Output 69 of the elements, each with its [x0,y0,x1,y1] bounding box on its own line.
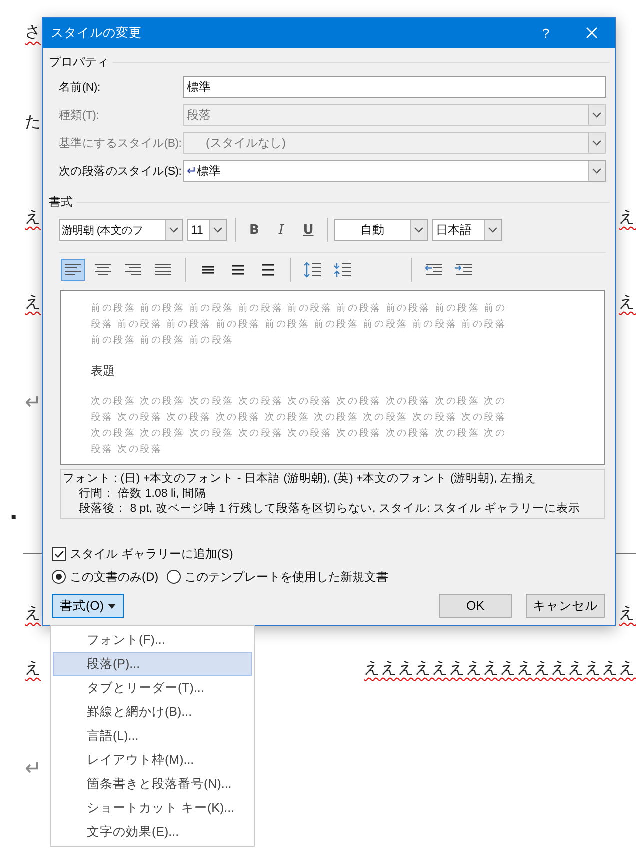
preview-text: 段落 次の段落 次の段落 次の段落 次の段落 次の段落 次の段落 次の段落 次の段落 [91,411,507,425]
ok-button[interactable]: OK [439,594,512,618]
preview-sample-text: 表題 [91,363,115,380]
document-text: え [25,604,41,624]
field-label: 名前(N): [58,80,102,94]
cancel-button[interactable]: キャンセル [526,594,605,618]
preview-text: 次の段落 次の段落 次の段落 次の段落 次の段落 次の段落 次の段落 次の段落 次の [91,395,507,409]
menu-item[interactable]: 言語(L)... [53,724,252,748]
help-button[interactable]: ? [523,18,569,48]
checkbox-label: スタイル ギャラリーに追加(S) [70,546,234,562]
preview-text: 段落 次の段落 [91,443,163,457]
description-text: 段落後： 8 pt, 改ページ時 1 行残して段落を区切らない, スタイル: スタイル ギャラリーに表示 [78,502,582,517]
font-dropdown[interactable]: 游明朝 (本文のフ [59,219,183,241]
menu-item[interactable]: 文字の効果(E)... [53,820,252,844]
document-text: え [619,604,636,624]
chevron-down-icon [592,112,602,118]
document-text: ええええええええええええええええ [364,659,636,679]
preview-text: 段落 前の段落 前の段落 前の段落 前の段落 前の段落 前の段落 前の段落 前の段落 [91,318,507,332]
field-label: 次の段落のスタイル(S): [58,164,183,178]
chevron-down-icon [169,227,179,233]
document-text: ↵ [25,757,42,782]
document-text: え [25,293,41,313]
menu-item[interactable]: レイアウト枠(M)... [53,748,252,772]
font-size-dropdown[interactable]: 11 [187,219,227,241]
preview-text: 次の段落 次の段落 次の段落 次の段落 次の段落 次の段落 次の段落 次の段落 次の [91,427,507,441]
group-label: 書式 [49,194,73,210]
close-icon [586,27,598,39]
language-dropdown[interactable]: 日本語 [432,219,502,241]
underline-button[interactable]: U [296,219,321,241]
document-text: た [25,113,41,133]
dropdown-field[interactable]: ↵標準 [183,160,606,182]
radio-button[interactable] [52,570,66,584]
preview-text: 前の段落 前の段落 前の段落 [91,334,234,348]
document-text: さ [25,23,41,43]
document-text: ↵ [25,391,42,416]
font-color-dropdown[interactable]: 自動 [334,219,428,241]
radio-button[interactable] [166,570,181,584]
menu-item[interactable]: 罫線と網かけ(B)... [53,700,252,724]
menu-item[interactable]: タブとリーダー(T)... [53,676,252,700]
name-field[interactable]: 標準 [183,76,606,98]
window-title: スタイルの変更 [51,24,143,42]
group-label: プロパティ [49,54,109,70]
menu-item[interactable]: フォント(F)... [53,628,252,652]
chevron-down-icon [592,168,602,174]
document-text: ▪ [11,508,17,528]
radio-label: この文書のみ(D) [70,568,159,586]
menu-item[interactable]: 箇条書きと段落番号(N)... [53,772,252,796]
caret-icon [108,604,116,608]
description-text: フォント : (日) +本文のフォント - 日本語 (游明朝), (英) +本文のフォント (游明朝), 左揃え [63,472,538,487]
chevron-down-icon [414,227,424,233]
field-label: 種類(T): [58,108,100,122]
radio-label: このテンプレートを使用した新規文書 [184,568,389,586]
chevron-down-icon [592,140,602,146]
document-text: え [25,659,41,679]
align-left-icon[interactable] [61,259,85,281]
menu-item[interactable]: ショートカット キー(K)... [53,796,252,820]
document-text: え [25,208,41,228]
description-text: 行間： 倍数 1.08 li, 間隔 [78,487,208,502]
field-label: 基準にするスタイル(B): [58,136,183,150]
bold-button[interactable]: B [242,219,267,241]
document-text: え [619,293,636,313]
checkbox[interactable] [52,547,66,561]
italic-button[interactable]: I [269,219,294,241]
preview-text: 前の段落 前の段落 前の段落 前の段落 前の段落 前の段落 前の段落 前の段落 前の [91,302,507,316]
chevron-down-icon [488,227,498,233]
format-menu-button[interactable]: 書式(O) [52,594,124,618]
chevron-down-icon [213,227,223,233]
menu-item[interactable]: 段落(P)... [53,652,252,676]
document-text: え [619,208,636,228]
